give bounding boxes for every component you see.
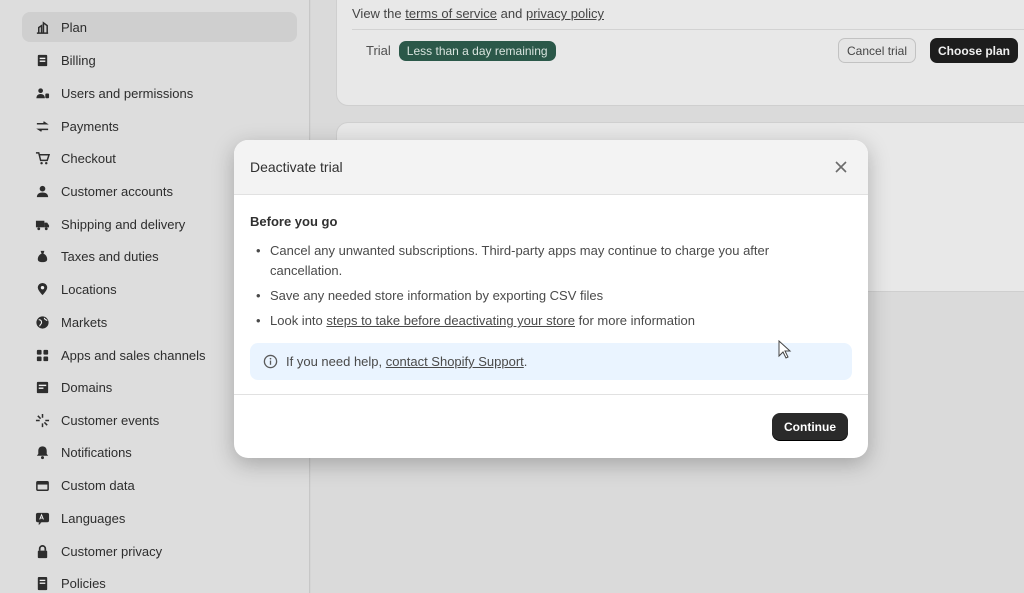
modal-footer: Continue bbox=[234, 394, 868, 458]
info-text: If you need help, bbox=[286, 354, 383, 369]
modal-header: Deactivate trial bbox=[234, 140, 868, 195]
app: Plan Billing Users and permissions Payme… bbox=[0, 0, 1024, 593]
list-item: Cancel any unwanted subscriptions. Third… bbox=[250, 241, 840, 281]
bullet-text: Save any needed store information by exp… bbox=[270, 288, 604, 303]
bullet-text: Cancel any unwanted subscriptions. Third… bbox=[270, 243, 770, 278]
before-you-go-heading: Before you go bbox=[250, 214, 338, 229]
close-button[interactable] bbox=[832, 158, 850, 176]
continue-button[interactable]: Continue bbox=[772, 413, 848, 440]
list-item: Look into steps to take before deactivat… bbox=[250, 311, 840, 331]
info-icon bbox=[262, 354, 278, 370]
bullet-text: Look into bbox=[270, 313, 323, 328]
checklist: Cancel any unwanted subscriptions. Third… bbox=[250, 241, 852, 331]
help-info-banner: If you need help, contact Shopify Suppor… bbox=[250, 343, 852, 380]
modal-body: Before you go Cancel any unwanted subscr… bbox=[250, 214, 852, 336]
list-item: Save any needed store information by exp… bbox=[250, 286, 840, 306]
contact-support-link[interactable]: contact Shopify Support bbox=[386, 354, 524, 369]
mouse-cursor-icon bbox=[778, 340, 792, 359]
close-icon bbox=[835, 161, 847, 173]
bullet-text: for more information bbox=[578, 313, 695, 328]
modal-title: Deactivate trial bbox=[250, 159, 343, 175]
info-suffix: . bbox=[523, 354, 528, 369]
deactivation-steps-link[interactable]: steps to take before deactivating your s… bbox=[326, 313, 575, 328]
deactivate-trial-modal: Deactivate trial Before you go Cancel an… bbox=[234, 140, 868, 458]
